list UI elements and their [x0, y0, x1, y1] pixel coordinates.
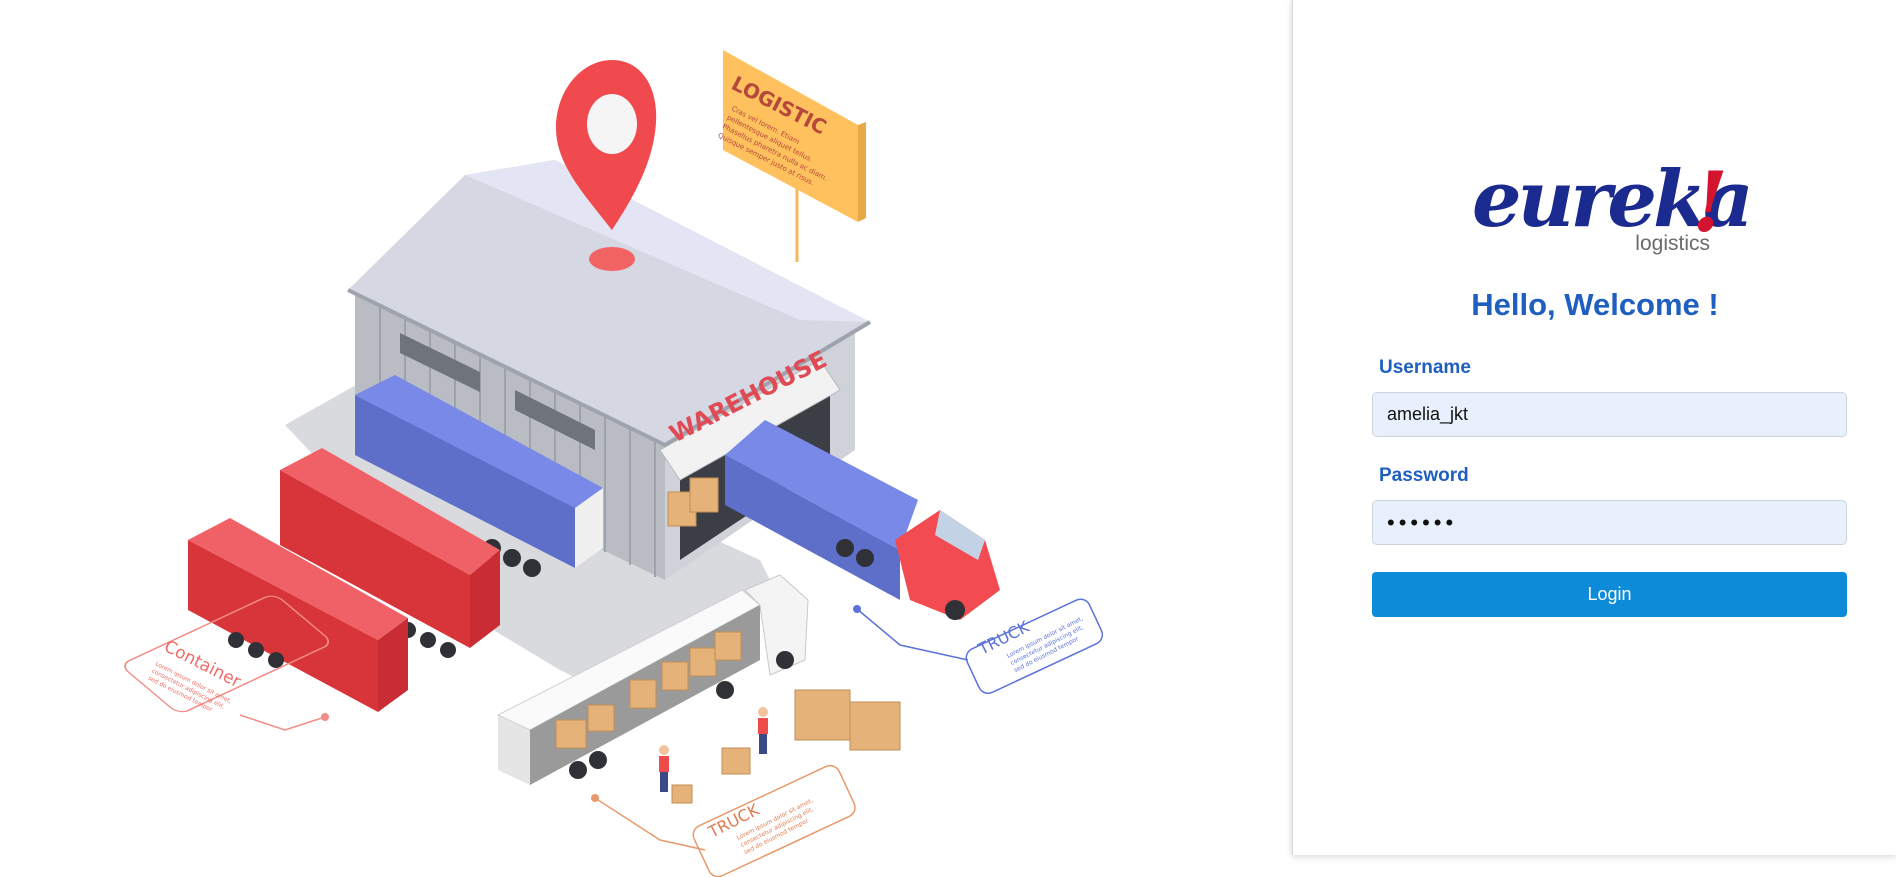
logo-subtitle: logistics [1635, 232, 1710, 255]
warehouse-scene: WAREHOUSE LOGISTIC Cras vel lorem. Etiam… [124, 50, 1104, 877]
callout-truck-bottom: TRUCK Lorem ipsum dolor sit amet, consec… [591, 764, 856, 877]
eureka-logo: eureka ! logistics [1472, 156, 1754, 260]
password-label: Password [1379, 465, 1469, 486]
login-button[interactable]: Login [1372, 572, 1847, 617]
worker-figures [659, 707, 768, 792]
password-input[interactable] [1372, 500, 1847, 545]
username-label: Username [1379, 357, 1471, 378]
logistics-illustration: WAREHOUSE LOGISTIC Cras vel lorem. Etiam… [0, 0, 1290, 877]
username-input[interactable] [1372, 392, 1847, 437]
map-pin-shadow [589, 247, 635, 271]
logistic-sign-side [858, 122, 866, 222]
login-panel: eureka ! logistics Hello, Welcome ! User… [1292, 0, 1896, 855]
callout-truck-right: TRUCK Lorem ipsum dolor sit amet, consec… [853, 598, 1104, 694]
welcome-heading: Hello, Welcome ! [1471, 287, 1719, 322]
